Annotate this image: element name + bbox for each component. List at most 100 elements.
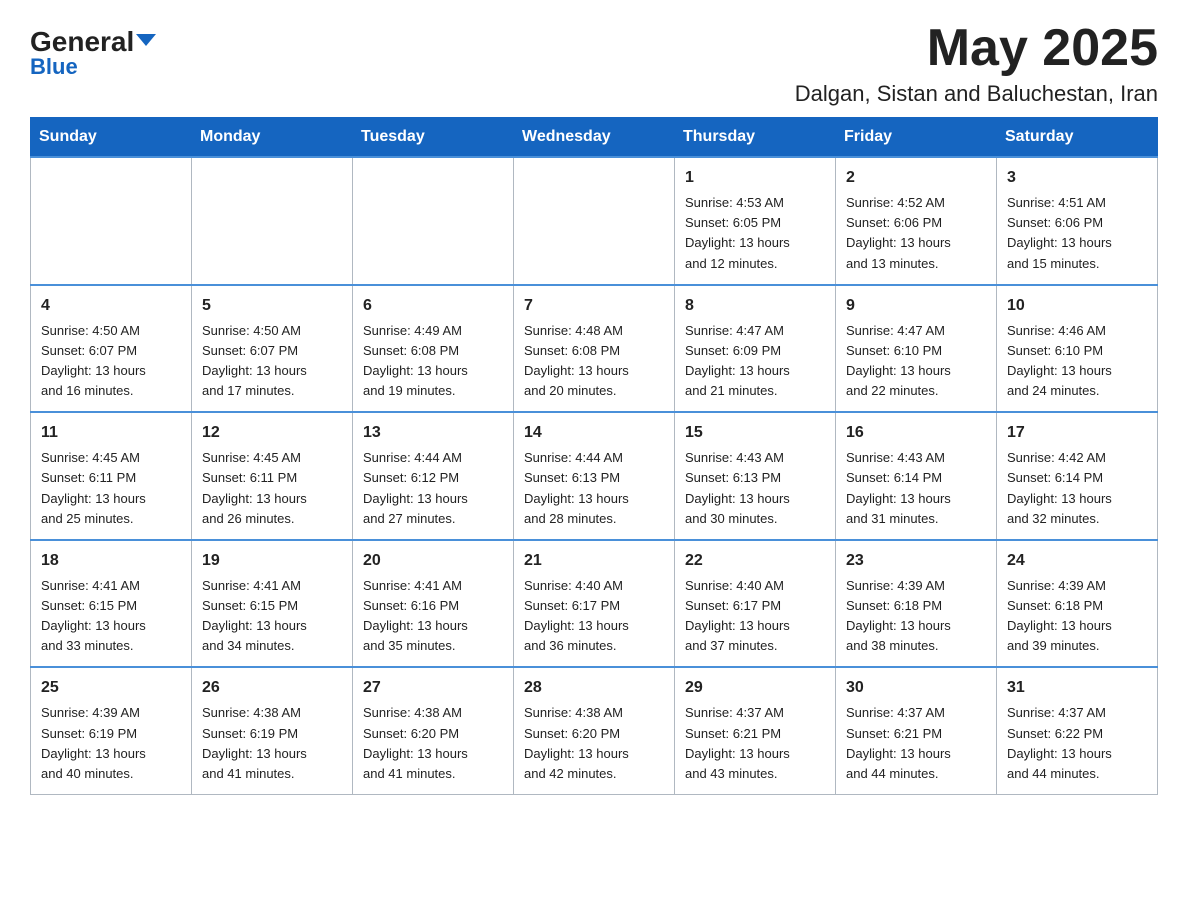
day-info: Sunrise: 4:44 AMSunset: 6:13 PMDaylight:… — [524, 448, 664, 529]
day-info: Sunrise: 4:40 AMSunset: 6:17 PMDaylight:… — [524, 576, 664, 657]
day-info: Sunrise: 4:46 AMSunset: 6:10 PMDaylight:… — [1007, 321, 1147, 402]
calendar-header-tuesday: Tuesday — [353, 118, 514, 158]
day-info: Sunrise: 4:43 AMSunset: 6:14 PMDaylight:… — [846, 448, 986, 529]
day-number: 20 — [363, 549, 503, 573]
calendar-cell: 28 Sunrise: 4:38 AMSunset: 6:20 PMDayligh… — [514, 667, 675, 794]
day-info: Sunrise: 4:45 AMSunset: 6:11 PMDaylight:… — [41, 448, 181, 529]
calendar-header-wednesday: Wednesday — [514, 118, 675, 158]
calendar-cell: 25 Sunrise: 4:39 AMSunset: 6:19 PMDayligh… — [31, 667, 192, 794]
calendar-cell: 8Sunrise: 4:47 AMSunset: 6:09 PMDaylight… — [675, 285, 836, 413]
calendar-cell: 21 Sunrise: 4:40 AMSunset: 6:17 PMDayligh… — [514, 540, 675, 668]
calendar-header-row: SundayMondayTuesdayWednesdayThursdayFrid… — [31, 118, 1158, 158]
day-number: 7 — [524, 294, 664, 318]
calendar-cell: 13 Sunrise: 4:44 AMSunset: 6:12 PMDayligh… — [353, 412, 514, 540]
day-info: Sunrise: 4:37 AMSunset: 6:21 PMDaylight:… — [846, 703, 986, 784]
day-number: 29 — [685, 676, 825, 700]
calendar-week-row: 25 Sunrise: 4:39 AMSunset: 6:19 PMDayligh… — [31, 667, 1158, 794]
day-number: 1 — [685, 166, 825, 190]
day-number: 5 — [202, 294, 342, 318]
day-info: Sunrise: 4:39 AMSunset: 6:19 PMDaylight:… — [41, 703, 181, 784]
calendar-cell: 20 Sunrise: 4:41 AMSunset: 6:16 PMDayligh… — [353, 540, 514, 668]
day-number: 2 — [846, 166, 986, 190]
day-info: Sunrise: 4:41 AMSunset: 6:15 PMDaylight:… — [41, 576, 181, 657]
calendar-cell: 23 Sunrise: 4:39 AMSunset: 6:18 PMDayligh… — [836, 540, 997, 668]
page-header: General Blue May 2025 Dalgan, Sistan and… — [30, 20, 1158, 107]
month-title: May 2025 — [795, 20, 1158, 77]
calendar-week-row: 11 Sunrise: 4:45 AMSunset: 6:11 PMDayligh… — [31, 412, 1158, 540]
calendar-cell: 10 Sunrise: 4:46 AMSunset: 6:10 PMDayligh… — [997, 285, 1158, 413]
day-number: 19 — [202, 549, 342, 573]
day-info: Sunrise: 4:43 AMSunset: 6:13 PMDaylight:… — [685, 448, 825, 529]
day-number: 10 — [1007, 294, 1147, 318]
day-number: 26 — [202, 676, 342, 700]
calendar-header-monday: Monday — [192, 118, 353, 158]
calendar-cell: 9 Sunrise: 4:47 AMSunset: 6:10 PMDaylight… — [836, 285, 997, 413]
calendar-cell: 16 Sunrise: 4:43 AMSunset: 6:14 PMDayligh… — [836, 412, 997, 540]
calendar-cell: 6 Sunrise: 4:49 AMSunset: 6:08 PMDaylight… — [353, 285, 514, 413]
calendar-cell: 22Sunrise: 4:40 AMSunset: 6:17 PMDayligh… — [675, 540, 836, 668]
calendar-cell: 18 Sunrise: 4:41 AMSunset: 6:15 PMDayligh… — [31, 540, 192, 668]
day-number: 12 — [202, 421, 342, 445]
day-info: Sunrise: 4:39 AMSunset: 6:18 PMDaylight:… — [1007, 576, 1147, 657]
calendar-cell — [192, 157, 353, 285]
day-info: Sunrise: 4:40 AMSunset: 6:17 PMDaylight:… — [685, 576, 825, 657]
day-info: Sunrise: 4:47 AMSunset: 6:10 PMDaylight:… — [846, 321, 986, 402]
calendar-cell — [353, 157, 514, 285]
day-number: 24 — [1007, 549, 1147, 573]
calendar-cell: 19 Sunrise: 4:41 AMSunset: 6:15 PMDayligh… — [192, 540, 353, 668]
calendar-cell: 7 Sunrise: 4:48 AMSunset: 6:08 PMDaylight… — [514, 285, 675, 413]
calendar-cell: 4Sunrise: 4:50 AMSunset: 6:07 PMDaylight… — [31, 285, 192, 413]
logo-arrow-icon — [136, 34, 156, 46]
day-info: Sunrise: 4:51 AMSunset: 6:06 PMDaylight:… — [1007, 193, 1147, 274]
calendar-cell: 31Sunrise: 4:37 AMSunset: 6:22 PMDayligh… — [997, 667, 1158, 794]
day-number: 13 — [363, 421, 503, 445]
calendar-table: SundayMondayTuesdayWednesdayThursdayFrid… — [30, 117, 1158, 795]
day-info: Sunrise: 4:41 AMSunset: 6:16 PMDaylight:… — [363, 576, 503, 657]
calendar-header-saturday: Saturday — [997, 118, 1158, 158]
day-number: 14 — [524, 421, 664, 445]
calendar-cell: 12 Sunrise: 4:45 AMSunset: 6:11 PMDayligh… — [192, 412, 353, 540]
day-info: Sunrise: 4:41 AMSunset: 6:15 PMDaylight:… — [202, 576, 342, 657]
calendar-week-row: 18 Sunrise: 4:41 AMSunset: 6:15 PMDayligh… — [31, 540, 1158, 668]
day-number: 18 — [41, 549, 181, 573]
calendar-cell: 17 Sunrise: 4:42 AMSunset: 6:14 PMDayligh… — [997, 412, 1158, 540]
day-number: 16 — [846, 421, 986, 445]
location-title: Dalgan, Sistan and Baluchestan, Iran — [795, 81, 1158, 107]
day-info: Sunrise: 4:47 AMSunset: 6:09 PMDaylight:… — [685, 321, 825, 402]
calendar-cell: 1 Sunrise: 4:53 AMSunset: 6:05 PMDaylight… — [675, 157, 836, 285]
calendar-header-thursday: Thursday — [675, 118, 836, 158]
day-number: 23 — [846, 549, 986, 573]
day-info: Sunrise: 4:38 AMSunset: 6:20 PMDaylight:… — [363, 703, 503, 784]
day-number: 31 — [1007, 676, 1147, 700]
day-number: 11 — [41, 421, 181, 445]
day-info: Sunrise: 4:42 AMSunset: 6:14 PMDaylight:… — [1007, 448, 1147, 529]
day-info: Sunrise: 4:44 AMSunset: 6:12 PMDaylight:… — [363, 448, 503, 529]
calendar-cell: 5Sunrise: 4:50 AMSunset: 6:07 PMDaylight… — [192, 285, 353, 413]
calendar-cell — [31, 157, 192, 285]
day-info: Sunrise: 4:39 AMSunset: 6:18 PMDaylight:… — [846, 576, 986, 657]
logo-sub: Blue — [30, 54, 78, 80]
calendar-cell: 29 Sunrise: 4:37 AMSunset: 6:21 PMDayligh… — [675, 667, 836, 794]
calendar-week-row: 1 Sunrise: 4:53 AMSunset: 6:05 PMDaylight… — [31, 157, 1158, 285]
day-info: Sunrise: 4:53 AMSunset: 6:05 PMDaylight:… — [685, 193, 825, 274]
day-number: 9 — [846, 294, 986, 318]
logo: General Blue — [30, 28, 156, 80]
title-block: May 2025 Dalgan, Sistan and Baluchestan,… — [795, 20, 1158, 107]
day-number: 17 — [1007, 421, 1147, 445]
day-info: Sunrise: 4:38 AMSunset: 6:20 PMDaylight:… — [524, 703, 664, 784]
day-number: 28 — [524, 676, 664, 700]
calendar-cell: 24 Sunrise: 4:39 AMSunset: 6:18 PMDayligh… — [997, 540, 1158, 668]
calendar-cell: 14 Sunrise: 4:44 AMSunset: 6:13 PMDayligh… — [514, 412, 675, 540]
day-number: 25 — [41, 676, 181, 700]
day-number: 3 — [1007, 166, 1147, 190]
day-number: 6 — [363, 294, 503, 318]
calendar-header-sunday: Sunday — [31, 118, 192, 158]
day-info: Sunrise: 4:48 AMSunset: 6:08 PMDaylight:… — [524, 321, 664, 402]
day-number: 21 — [524, 549, 664, 573]
day-info: Sunrise: 4:37 AMSunset: 6:21 PMDaylight:… — [685, 703, 825, 784]
calendar-cell: 15Sunrise: 4:43 AMSunset: 6:13 PMDayligh… — [675, 412, 836, 540]
day-info: Sunrise: 4:45 AMSunset: 6:11 PMDaylight:… — [202, 448, 342, 529]
day-number: 27 — [363, 676, 503, 700]
day-info: Sunrise: 4:49 AMSunset: 6:08 PMDaylight:… — [363, 321, 503, 402]
calendar-cell: 11 Sunrise: 4:45 AMSunset: 6:11 PMDayligh… — [31, 412, 192, 540]
